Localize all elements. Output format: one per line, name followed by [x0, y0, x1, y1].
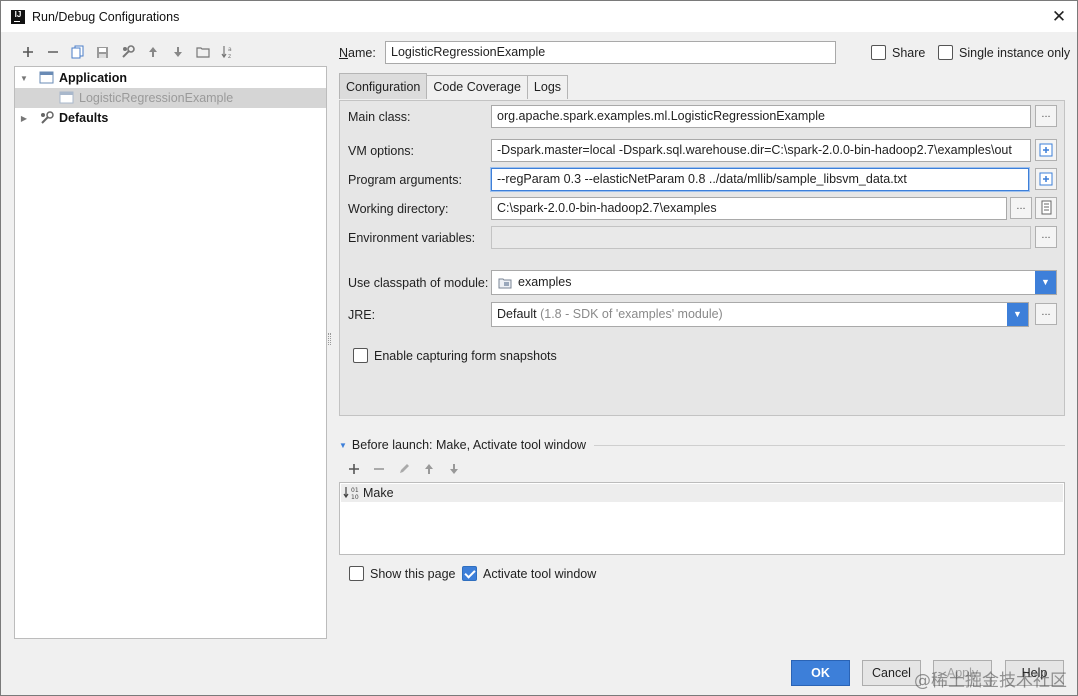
jre-select[interactable]: Default (1.8 - SDK of 'examples' module)… — [491, 302, 1029, 327]
tab-code-coverage[interactable]: Code Coverage — [426, 75, 528, 99]
expand-program-arguments-button[interactable] — [1035, 168, 1057, 190]
intellij-app-icon: IJ — [11, 9, 25, 24]
application-icon — [39, 71, 55, 85]
edit-environment-variables-button[interactable]: ... — [1035, 226, 1057, 248]
tree-item-application[interactable]: ▼ Application — [15, 68, 326, 88]
expand-vm-options-button[interactable] — [1035, 139, 1057, 161]
config-toolbar: az — [15, 41, 240, 63]
close-button[interactable]: ✕ — [1049, 7, 1069, 27]
application-icon — [59, 91, 75, 105]
browse-main-class-button[interactable]: ... — [1035, 105, 1057, 127]
expanded-arrow-icon[interactable]: ▼ — [19, 74, 29, 83]
tab-bar: Configuration Code Coverage Logs — [339, 73, 569, 100]
before-launch-header[interactable]: ▼ Before launch: Make, Activate tool win… — [339, 438, 1065, 452]
program-arguments-label: Program arguments: — [348, 173, 462, 187]
edit-task-icon[interactable] — [391, 460, 416, 478]
browse-working-directory-button[interactable]: ... — [1010, 197, 1032, 219]
chevron-down-icon[interactable]: ▼ — [1007, 303, 1028, 326]
collapse-arrow-icon[interactable]: ▼ — [339, 441, 347, 450]
single-instance-checkbox[interactable] — [938, 45, 953, 60]
name-label: Name: — [339, 46, 376, 60]
config-tree: ▼ Application LogisticRegressionExample … — [14, 66, 327, 639]
environment-variables-input[interactable] — [491, 226, 1031, 249]
tree-item-defaults[interactable]: ▶ Defaults — [15, 108, 326, 128]
share-checkbox[interactable] — [871, 45, 886, 60]
collapsed-arrow-icon[interactable]: ▶ — [19, 114, 29, 123]
snapshots-label: Enable capturing form snapshots — [374, 349, 557, 363]
cancel-button[interactable]: Cancel — [862, 660, 921, 686]
watermark: @稀土掘金技术社区 — [914, 671, 1067, 691]
classpath-module-label: Use classpath of module: — [348, 276, 489, 290]
copy-icon[interactable] — [65, 41, 90, 63]
wrench-icon — [39, 111, 55, 125]
add-task-icon[interactable] — [341, 460, 366, 478]
wrench-icon[interactable] — [115, 41, 140, 63]
before-launch-item-label: Make — [363, 486, 394, 500]
browse-jre-button[interactable]: ... — [1035, 303, 1057, 325]
sort-alpha-icon[interactable]: az — [215, 41, 240, 63]
activate-tool-window-checkbox[interactable] — [462, 566, 477, 581]
vm-options-input[interactable]: -Dspark.master=local -Dspark.sql.warehou… — [491, 139, 1031, 162]
name-input[interactable]: LogisticRegressionExample — [385, 41, 836, 64]
before-launch-title: Before launch: Make, Activate tool windo… — [351, 438, 587, 452]
jre-value: Default — [497, 307, 537, 321]
save-icon[interactable] — [90, 41, 115, 63]
show-page-label: Show this page — [370, 567, 456, 581]
remove-task-icon[interactable] — [366, 460, 391, 478]
list-item[interactable]: 01 10 Make — [341, 484, 1063, 502]
main-class-input[interactable]: org.apache.spark.examples.ml.LogisticReg… — [491, 105, 1031, 128]
title-bar: IJ Run/Debug Configurations ✕ — [1, 1, 1077, 32]
add-icon[interactable] — [15, 41, 40, 63]
run-debug-dialog: IJ Run/Debug Configurations ✕ az ▼ Appli… — [0, 0, 1078, 696]
move-down-icon[interactable] — [165, 41, 190, 63]
main-class-label: Main class: — [348, 110, 411, 124]
expand-icon — [1039, 143, 1053, 157]
chevron-down-icon[interactable]: ▼ — [1035, 271, 1056, 294]
module-folder-icon — [498, 278, 512, 289]
working-directory-label: Working directory: — [348, 202, 449, 216]
tab-logs[interactable]: Logs — [526, 75, 569, 99]
make-icon: 0110 — [343, 487, 359, 500]
svg-text:01: 01 — [351, 487, 359, 494]
before-launch-toolbar — [341, 460, 466, 478]
document-icon — [1041, 200, 1052, 215]
environment-variables-label: Environment variables: — [348, 231, 476, 245]
tree-item-label: Application — [59, 71, 128, 85]
section-divider — [594, 444, 1065, 446]
before-launch-list: 01 10 Make — [339, 482, 1065, 555]
share-label: Share — [892, 46, 926, 60]
move-task-up-icon[interactable] — [416, 460, 441, 478]
tab-configuration[interactable]: Configuration — [339, 73, 428, 99]
jre-label: JRE: — [348, 308, 376, 322]
move-task-down-icon[interactable] — [441, 460, 466, 478]
working-directory-input[interactable]: C:\spark-2.0.0-bin-hadoop2.7\examples — [491, 197, 1007, 220]
jre-detail: (1.8 - SDK of 'examples' module) — [540, 307, 723, 321]
move-up-icon[interactable] — [140, 41, 165, 63]
tree-item-logistic-regression[interactable]: LogisticRegressionExample — [15, 88, 326, 108]
window-title: Run/Debug Configurations — [32, 9, 180, 24]
tree-item-label: Defaults — [59, 111, 109, 125]
macro-button[interactable] — [1035, 197, 1057, 219]
show-page-checkbox[interactable] — [349, 566, 364, 581]
svg-text:a: a — [228, 46, 232, 53]
snapshots-checkbox[interactable] — [353, 348, 368, 363]
program-arguments-input[interactable]: --regParam 0.3 --elasticNetParam 0.8 ../… — [491, 168, 1029, 191]
vm-options-label: VM options: — [348, 144, 415, 158]
classpath-module-select[interactable]: examples ▼ — [491, 270, 1057, 295]
single-instance-label: Single instance only — [959, 46, 1071, 60]
svg-text:z: z — [228, 53, 231, 59]
splitter-handle[interactable] — [328, 333, 331, 345]
tree-item-label: LogisticRegressionExample — [79, 91, 234, 105]
expand-icon — [1039, 172, 1053, 186]
folder-icon[interactable] — [190, 41, 215, 63]
activate-tool-window-label: Activate tool window — [483, 567, 597, 581]
ok-button[interactable]: OK — [791, 660, 850, 686]
classpath-module-value: examples — [518, 275, 572, 289]
remove-icon[interactable] — [40, 41, 65, 63]
svg-text:10: 10 — [351, 494, 359, 500]
